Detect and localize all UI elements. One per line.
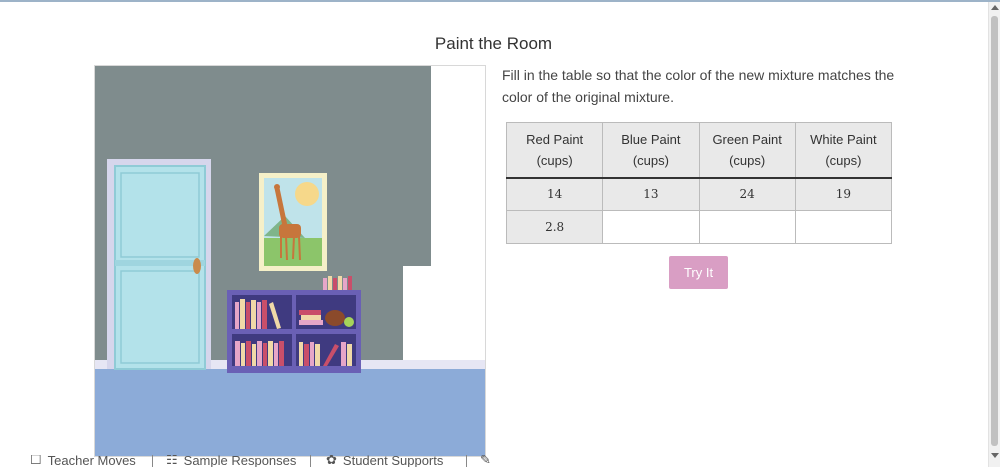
teacher-moves-label: Teacher Moves	[47, 455, 136, 467]
bookshelf	[227, 276, 361, 373]
unpainted-wall	[431, 66, 485, 266]
room-svg	[95, 66, 485, 456]
cell-new-blue[interactable]	[602, 210, 700, 244]
paint-mixture-table: Red Paint (cups) Blue Paint (cups) Green P…	[505, 122, 893, 244]
try-it-button[interactable]: Try It	[669, 256, 728, 289]
door	[107, 159, 211, 370]
header-blue-paint: Blue Paint (cups)	[602, 122, 700, 179]
header-red-paint: Red Paint (cups)	[505, 122, 604, 179]
toolbar-divider	[152, 455, 153, 467]
giraffe-poster	[259, 173, 327, 271]
sample-responses-label: Sample Responses	[183, 455, 297, 467]
scroll-thumb[interactable]	[991, 16, 998, 446]
blue-paint-input[interactable]	[603, 211, 699, 243]
instructions-text: Fill in the table so that the color of t…	[502, 67, 895, 105]
toolbar-divider	[310, 455, 311, 467]
floor	[95, 369, 485, 456]
page-title: Paint the Room	[434, 34, 553, 53]
cell-new-white[interactable]	[794, 210, 893, 244]
toolbar-divider	[466, 455, 467, 467]
green-paint-input[interactable]	[699, 211, 795, 243]
pencil-tool[interactable]: ✎	[480, 455, 491, 467]
unpainted-wall-lower	[403, 266, 485, 368]
student-supports-icon: ✿	[326, 455, 337, 467]
sample-responses-tab[interactable]: ☷ Sample Responses	[166, 455, 296, 467]
student-supports-label: Student Supports	[342, 455, 444, 467]
teacher-moves-tab[interactable]: ☐ Teacher Moves	[30, 455, 136, 467]
door-knob	[193, 258, 201, 274]
football-icon	[325, 310, 345, 326]
cell-original-blue: 13	[602, 177, 700, 211]
teacher-moves-icon: ☐	[30, 455, 42, 467]
scroll-down-arrow-icon[interactable]	[991, 453, 999, 458]
header-green-paint: Green Paint (cups)	[698, 122, 796, 179]
ball-icon	[344, 317, 354, 327]
cell-original-green: 24	[698, 177, 796, 211]
bottom-toolbar: ☐ Teacher Moves ☷ Sample Responses ✿ Stu…	[0, 455, 988, 467]
vertical-scrollbar[interactable]	[988, 2, 1000, 467]
room-illustration	[94, 65, 486, 457]
top-border	[0, 0, 1000, 2]
table-header-row: Red Paint (cups) Blue Paint (cups) Green P…	[505, 122, 893, 179]
pencil-icon: ✎	[480, 455, 491, 467]
table-row-original: 14 13 24 19	[505, 177, 893, 211]
cell-original-white: 19	[794, 177, 893, 211]
cell-new-green[interactable]	[698, 210, 796, 244]
cell-original-red: 14	[505, 177, 604, 211]
sample-responses-icon: ☷	[166, 455, 178, 467]
scroll-up-arrow-icon[interactable]	[991, 5, 999, 10]
sun-icon	[295, 182, 319, 206]
cell-new-red: 2.8	[505, 210, 604, 244]
header-white-paint: White Paint (cups)	[794, 122, 893, 179]
white-paint-input[interactable]	[795, 211, 891, 243]
student-supports-tab[interactable]: ✿ Student Supports	[326, 455, 443, 467]
table-row-new: 2.8	[505, 210, 893, 244]
